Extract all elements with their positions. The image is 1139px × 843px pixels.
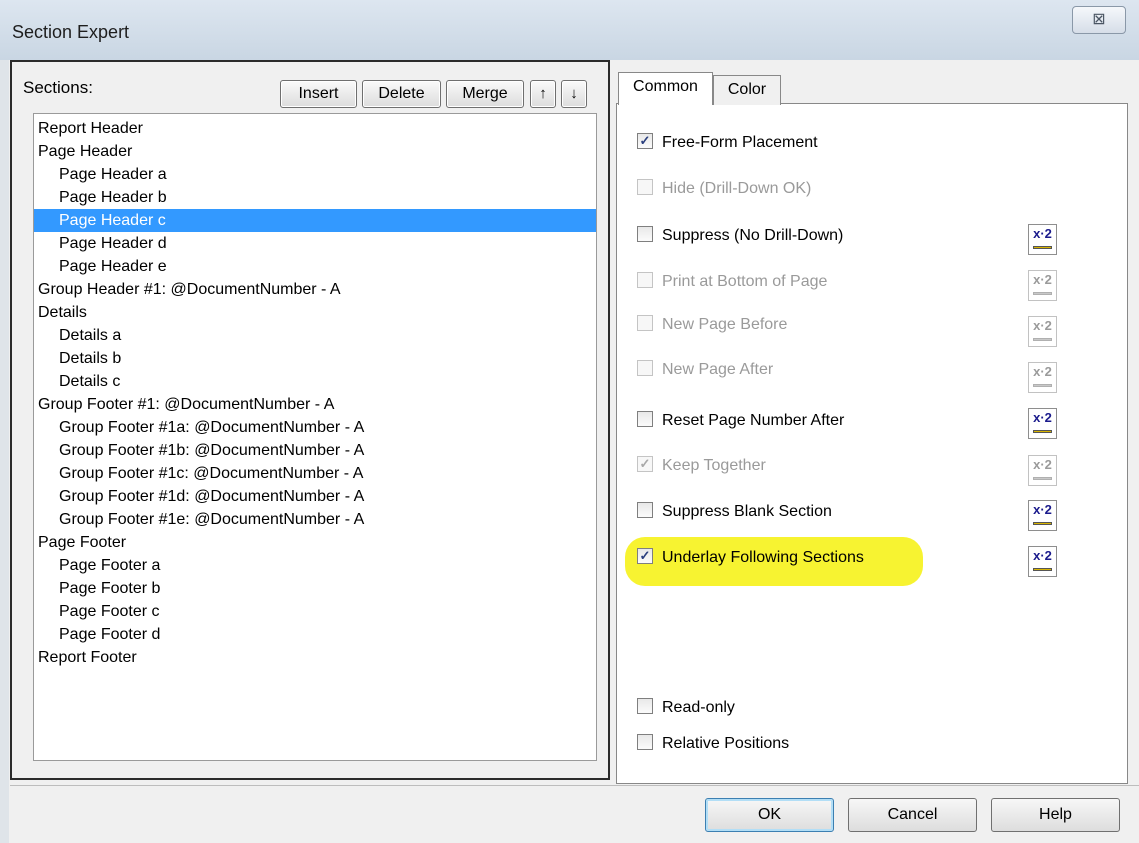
reset-page-number-after-label: Reset Page Number After bbox=[662, 412, 845, 429]
background-edge bbox=[0, 60, 9, 843]
new-page-before-checkbox[interactable] bbox=[637, 314, 653, 331]
list-item[interactable]: Page Footer d bbox=[34, 623, 596, 646]
free-form-placement-checkbox[interactable]: ✓ bbox=[637, 132, 653, 149]
formula-icon: x·2 bbox=[1033, 318, 1052, 333]
underlay-following-sections-option[interactable]: ✓ Underlay Following Sections bbox=[637, 545, 864, 571]
keep-together-formula-button[interactable]: x·2 bbox=[1028, 455, 1057, 486]
list-item[interactable]: Group Footer #1: @DocumentNumber - A bbox=[34, 393, 596, 416]
suppress-formula-button[interactable]: x·2 bbox=[1028, 224, 1057, 255]
merge-button[interactable]: Merge bbox=[446, 80, 524, 108]
tab-color[interactable]: Color bbox=[713, 75, 781, 105]
list-item[interactable]: Details a bbox=[34, 324, 596, 347]
relative-positions-option[interactable]: Relative Positions bbox=[637, 731, 789, 757]
formula-icon: x·2 bbox=[1033, 457, 1052, 472]
list-item[interactable]: Details b bbox=[34, 347, 596, 370]
keep-together-label: Keep Together bbox=[662, 457, 766, 474]
list-item[interactable]: Page Footer b bbox=[34, 577, 596, 600]
list-item-selected[interactable]: Page Header c bbox=[34, 209, 596, 232]
list-item[interactable]: Report Header bbox=[34, 117, 596, 140]
read-only-option[interactable]: Read-only bbox=[637, 695, 735, 721]
formula-icon: x·2 bbox=[1033, 502, 1052, 517]
keep-together-option[interactable]: ✓ Keep Together bbox=[637, 453, 766, 479]
list-item[interactable]: Details bbox=[34, 301, 596, 324]
suppress-blank-section-checkbox[interactable] bbox=[637, 501, 653, 518]
underlay-following-sections-label: Underlay Following Sections bbox=[662, 549, 864, 566]
insert-button[interactable]: Insert bbox=[280, 80, 357, 108]
help-button[interactable]: Help bbox=[991, 798, 1120, 832]
read-only-checkbox[interactable] bbox=[637, 697, 653, 714]
delete-button[interactable]: Delete bbox=[362, 80, 441, 108]
suppress-blank-section-option[interactable]: Suppress Blank Section bbox=[637, 499, 832, 525]
ok-button[interactable]: OK bbox=[705, 798, 834, 832]
relative-positions-label: Relative Positions bbox=[662, 735, 790, 752]
close-button[interactable]: ⊠ bbox=[1072, 6, 1126, 34]
window-title: Section Expert bbox=[12, 22, 130, 42]
move-up-button[interactable]: ↑ bbox=[530, 80, 556, 108]
list-item[interactable]: Page Header a bbox=[34, 163, 596, 186]
formula-icon: x·2 bbox=[1033, 272, 1052, 287]
list-item[interactable]: Page Header d bbox=[34, 232, 596, 255]
relative-positions-checkbox[interactable] bbox=[637, 733, 653, 750]
print-at-bottom-formula-button[interactable]: x·2 bbox=[1028, 270, 1057, 301]
sections-list[interactable]: Report Header Page Header Page Header a Pag… bbox=[33, 113, 597, 761]
free-form-placement-option[interactable]: ✓ Free-Form Placement bbox=[637, 130, 818, 156]
underlay-following-sections-checkbox[interactable]: ✓ bbox=[637, 547, 653, 564]
list-item[interactable]: Page Footer bbox=[34, 531, 596, 554]
list-item[interactable]: Details c bbox=[34, 370, 596, 393]
move-down-button[interactable]: ↓ bbox=[561, 80, 587, 108]
new-page-before-formula-button[interactable]: x·2 bbox=[1028, 316, 1057, 347]
print-at-bottom-of-page-checkbox[interactable] bbox=[637, 271, 653, 288]
new-page-before-option[interactable]: New Page Before bbox=[637, 312, 787, 338]
options-panel bbox=[616, 103, 1128, 784]
suppress-no-drill-down-checkbox[interactable] bbox=[637, 225, 653, 242]
list-item[interactable]: Page Header e bbox=[34, 255, 596, 278]
list-item[interactable]: Page Footer c bbox=[34, 600, 596, 623]
sections-label: Sections: bbox=[23, 78, 93, 97]
hide-drill-down-ok-option[interactable]: Hide (Drill-Down OK) bbox=[637, 176, 811, 202]
list-item[interactable]: Group Footer #1b: @DocumentNumber - A bbox=[34, 439, 596, 462]
formula-icon: x·2 bbox=[1033, 548, 1052, 563]
close-icon: ⊠ bbox=[1092, 11, 1106, 28]
keep-together-checkbox[interactable]: ✓ bbox=[637, 455, 653, 472]
suppress-blank-formula-button[interactable]: x·2 bbox=[1028, 500, 1057, 531]
print-at-bottom-of-page-label: Print at Bottom of Page bbox=[662, 273, 828, 290]
title-bar: Section Expert ⊠ bbox=[0, 0, 1139, 60]
reset-page-number-formula-button[interactable]: x·2 bbox=[1028, 408, 1057, 439]
list-item[interactable]: Page Footer a bbox=[34, 554, 596, 577]
hide-drill-down-ok-label: Hide (Drill-Down OK) bbox=[662, 180, 812, 197]
new-page-after-checkbox[interactable] bbox=[637, 359, 653, 376]
new-page-after-label: New Page After bbox=[662, 361, 774, 378]
suppress-no-drill-down-label: Suppress (No Drill-Down) bbox=[662, 227, 844, 244]
print-at-bottom-of-page-option[interactable]: Print at Bottom of Page bbox=[637, 269, 827, 295]
free-form-placement-label: Free-Form Placement bbox=[662, 134, 818, 151]
list-item[interactable]: Group Footer #1c: @DocumentNumber - A bbox=[34, 462, 596, 485]
new-page-after-formula-button[interactable]: x·2 bbox=[1028, 362, 1057, 393]
tab-common[interactable]: Common bbox=[618, 72, 713, 105]
hide-drill-down-ok-checkbox[interactable] bbox=[637, 178, 653, 195]
list-item[interactable]: Page Header bbox=[34, 140, 596, 163]
underlay-formula-button[interactable]: x·2 bbox=[1028, 546, 1057, 577]
formula-icon: x·2 bbox=[1033, 364, 1052, 379]
suppress-blank-section-label: Suppress Blank Section bbox=[662, 503, 832, 520]
arrow-down-icon: ↓ bbox=[570, 85, 578, 102]
suppress-no-drill-down-option[interactable]: Suppress (No Drill-Down) bbox=[637, 223, 843, 249]
reset-page-number-after-checkbox[interactable] bbox=[637, 410, 653, 427]
list-item[interactable]: Group Footer #1e: @DocumentNumber - A bbox=[34, 508, 596, 531]
cancel-button[interactable]: Cancel bbox=[848, 798, 977, 832]
formula-icon: x·2 bbox=[1033, 226, 1052, 241]
list-item[interactable]: Report Footer bbox=[34, 646, 596, 669]
footer-divider bbox=[10, 785, 1139, 786]
list-item[interactable]: Page Header b bbox=[34, 186, 596, 209]
reset-page-number-after-option[interactable]: Reset Page Number After bbox=[637, 408, 844, 434]
read-only-label: Read-only bbox=[662, 699, 735, 716]
list-item[interactable]: Group Header #1: @DocumentNumber - A bbox=[34, 278, 596, 301]
list-item[interactable]: Group Footer #1a: @DocumentNumber - A bbox=[34, 416, 596, 439]
new-page-after-option[interactable]: New Page After bbox=[637, 357, 773, 383]
list-item[interactable]: Group Footer #1d: @DocumentNumber - A bbox=[34, 485, 596, 508]
formula-icon: x·2 bbox=[1033, 410, 1052, 425]
new-page-before-label: New Page Before bbox=[662, 316, 788, 333]
arrow-up-icon: ↑ bbox=[539, 85, 547, 102]
